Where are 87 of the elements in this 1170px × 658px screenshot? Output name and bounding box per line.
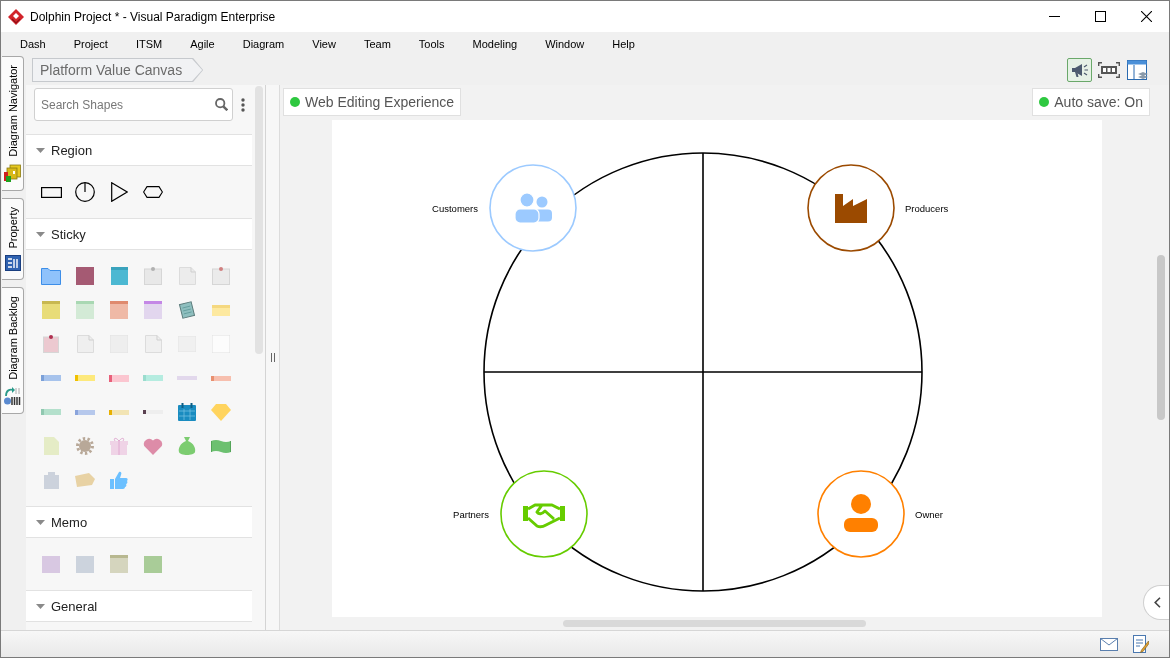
side-tab[interactable]: Diagram Navigator <box>2 56 24 191</box>
document-icon[interactable] <box>43 437 59 455</box>
scrollbar-thumb[interactable] <box>1157 255 1165 420</box>
sticky-note-icon[interactable] <box>144 301 162 319</box>
status-dot-icon <box>1039 97 1050 107</box>
heart-icon[interactable] <box>143 437 163 455</box>
memo-note-icon[interactable] <box>144 555 162 573</box>
section-header[interactable]: Sticky <box>26 218 252 250</box>
node-circle[interactable] <box>500 470 588 558</box>
hexagon-shape-icon[interactable] <box>143 186 163 198</box>
autosave-button[interactable]: Auto save: On <box>1032 88 1150 116</box>
money-bag-icon[interactable] <box>178 436 196 456</box>
clipboard-icon[interactable] <box>43 471 59 489</box>
megaphone-icon <box>1071 62 1088 78</box>
folded-note-icon[interactable] <box>144 335 162 353</box>
scrollbar-thumb[interactable] <box>563 620 866 627</box>
node-label: Owner <box>915 508 943 520</box>
node-label: Customers <box>432 202 478 214</box>
side-tab[interactable]: Property <box>2 197 24 281</box>
sticky-note-icon[interactable] <box>110 301 128 319</box>
side-tab[interactable]: Diagram Backlog <box>2 287 24 415</box>
menu-item[interactable]: Team <box>349 37 405 50</box>
handshake-icon <box>523 503 565 529</box>
diamond-logo-icon <box>8 8 24 25</box>
sticky-note-icon[interactable] <box>76 301 94 319</box>
sticky-note-icon[interactable] <box>110 267 128 285</box>
panel-layout-icon <box>1127 59 1148 81</box>
notepad-icon[interactable] <box>178 301 196 319</box>
menu-item[interactable]: Project <box>59 37 122 50</box>
status-dot-icon <box>290 97 300 107</box>
toolbar-button[interactable] <box>1125 58 1150 82</box>
toolbar-button[interactable] <box>1067 58 1092 82</box>
circle-shape-icon[interactable] <box>75 182 95 202</box>
menu-item[interactable]: ITSM <box>121 37 177 50</box>
more-options-icon[interactable] <box>241 97 245 112</box>
menu-item[interactable]: Window <box>531 37 599 50</box>
breadcrumb[interactable]: Platform Value Canvas <box>32 58 204 82</box>
chevron-left-icon <box>1154 597 1161 608</box>
menu-item[interactable]: Help <box>598 37 649 50</box>
window-title: Dolphin Project * - Visual Paradigm Enterprise <box>30 9 276 24</box>
banknote-icon[interactable] <box>211 438 231 454</box>
note-icon[interactable] <box>1133 635 1149 653</box>
gear-icon[interactable] <box>76 437 94 455</box>
menu-item[interactable]: View <box>298 37 350 50</box>
search-icon[interactable] <box>215 98 228 111</box>
section-header[interactable]: General <box>26 590 252 622</box>
memo-note-icon[interactable] <box>76 555 94 573</box>
people-icon <box>514 192 552 224</box>
memo-note-icon[interactable] <box>110 555 128 573</box>
gift-icon[interactable] <box>110 437 128 455</box>
triangle-shape-icon[interactable] <box>110 182 128 202</box>
menu-item[interactable]: Modeling <box>458 37 532 50</box>
folded-note-icon[interactable] <box>178 267 196 285</box>
pinned-note-icon[interactable] <box>43 335 59 353</box>
arrow-bars-icon <box>4 387 21 406</box>
calendar-icon[interactable] <box>178 403 196 421</box>
factory-icon <box>835 194 867 223</box>
fit-screen-icon <box>1097 62 1120 78</box>
stacked-cards-icon <box>4 163 21 182</box>
menu-item[interactable]: Dash <box>6 37 60 50</box>
close-icon <box>1140 11 1152 22</box>
section-header[interactable]: Memo <box>26 506 252 538</box>
rectangle-shape-icon[interactable] <box>40 186 62 198</box>
menu-item[interactable]: Diagram <box>228 37 299 50</box>
pinned-note-icon[interactable] <box>212 267 230 285</box>
folded-note-icon[interactable] <box>76 335 94 353</box>
node-label: Producers <box>905 202 949 214</box>
diamond-icon[interactable] <box>211 403 231 421</box>
sticky-note-icon[interactable] <box>42 301 60 319</box>
node-label: Partners <box>453 508 489 520</box>
menu-item[interactable]: Agile <box>176 37 229 50</box>
search-field[interactable]: Search Shapes <box>34 88 233 121</box>
memo-note-icon[interactable] <box>42 555 60 573</box>
tag-icon[interactable] <box>75 472 95 488</box>
splitter-grip-icon[interactable] <box>270 353 275 362</box>
maximize-icon <box>1094 11 1106 22</box>
menu-item[interactable]: Tools <box>404 37 459 50</box>
folder-note-icon[interactable] <box>41 267 61 285</box>
sticky-note-icon[interactable] <box>212 304 230 316</box>
property-sheet-icon <box>4 255 21 272</box>
web-editing-button[interactable]: Web Editing Experience <box>283 88 462 116</box>
section-header[interactable]: Region <box>26 134 252 166</box>
person-icon <box>844 494 878 532</box>
collapse-button[interactable] <box>1143 585 1169 620</box>
minimize-icon <box>1048 16 1060 17</box>
thumbs-up-icon[interactable] <box>110 471 128 489</box>
envelope-icon[interactable] <box>1100 637 1118 651</box>
